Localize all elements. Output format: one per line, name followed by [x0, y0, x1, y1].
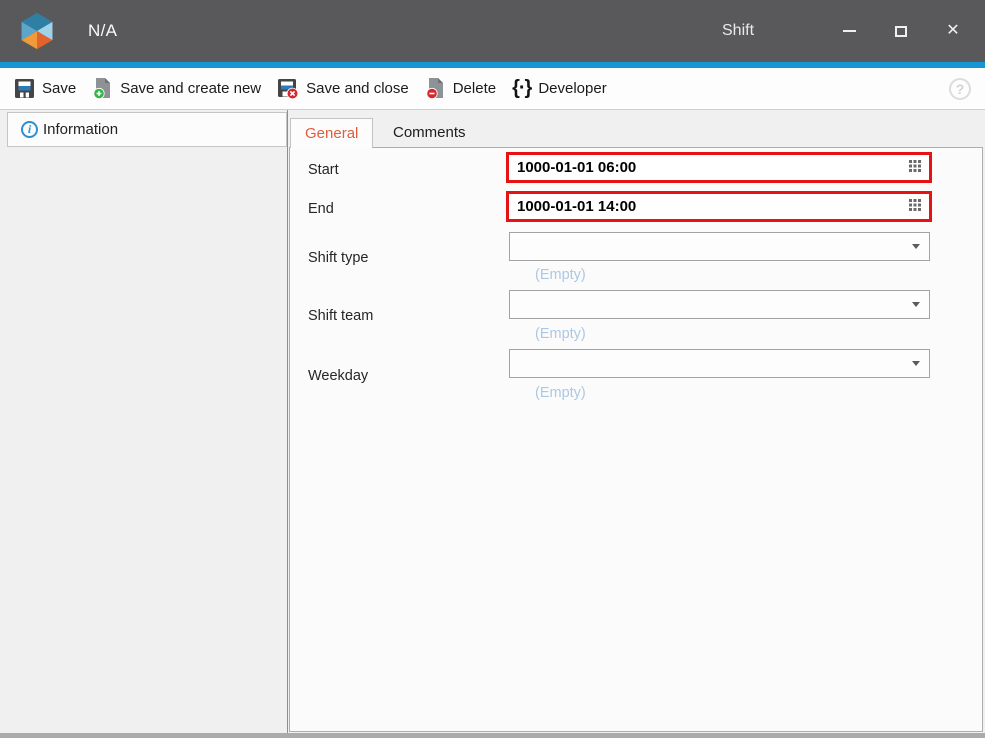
maximize-icon	[895, 26, 907, 37]
start-datepicker-grid-icon[interactable]	[909, 159, 921, 177]
chevron-down-icon	[912, 244, 920, 249]
app-window: N/A Shift ✕ Save	[0, 0, 985, 738]
weekday-empty-hint: (Empty)	[535, 385, 586, 401]
start-label: Start	[308, 162, 339, 178]
window-controls: ✕	[823, 0, 979, 62]
delete-label: Delete	[453, 80, 496, 97]
tab-general[interactable]: General	[290, 118, 373, 148]
developer-button[interactable]: {·} Developer	[506, 77, 613, 100]
save-label: Save	[42, 80, 76, 97]
developer-braces-icon: {·}	[512, 77, 531, 100]
chevron-down-icon	[912, 361, 920, 366]
tab-comments[interactable]: Comments	[377, 118, 482, 147]
close-button[interactable]: ✕	[927, 0, 979, 62]
titlebar: N/A Shift ✕	[0, 0, 985, 62]
end-input[interactable]	[517, 198, 901, 215]
information-label: Information	[43, 121, 118, 138]
save-and-close-label: Save and close	[306, 80, 409, 97]
save-and-close-button[interactable]: Save and close	[271, 78, 415, 100]
end-datepicker-grid-icon[interactable]	[909, 198, 921, 216]
save-and-create-new-button[interactable]: Save and create new	[86, 77, 267, 100]
end-datetime-field[interactable]	[506, 191, 932, 222]
shift-team-empty-hint: (Empty)	[535, 326, 586, 342]
start-input[interactable]	[517, 159, 901, 176]
floppy-close-icon	[277, 78, 299, 100]
document-minus-icon	[425, 77, 446, 100]
shift-type-label: Shift type	[308, 250, 368, 266]
end-label: End	[308, 201, 334, 217]
chevron-down-icon	[912, 302, 920, 307]
content-area: i Information General Comments Start	[0, 110, 985, 733]
start-datetime-field[interactable]	[506, 152, 932, 183]
weekday-dropdown[interactable]	[509, 349, 930, 378]
shift-type-dropdown[interactable]	[509, 232, 930, 261]
info-icon: i	[21, 121, 38, 138]
toolbar: Save Save and create new	[0, 68, 985, 110]
general-tab-panel: Start End	[289, 147, 983, 732]
weekday-label: Weekday	[308, 368, 368, 384]
sidebar-item-information[interactable]: i Information	[7, 112, 287, 147]
delete-button[interactable]: Delete	[419, 77, 502, 100]
document-plus-icon	[92, 77, 113, 100]
help-icon[interactable]: ?	[949, 78, 971, 100]
shift-team-dropdown[interactable]	[509, 290, 930, 319]
minimize-icon	[843, 30, 856, 32]
window-title: N/A	[88, 21, 117, 41]
maximize-button[interactable]	[875, 0, 927, 62]
developer-label: Developer	[538, 80, 606, 97]
minimize-button[interactable]	[823, 0, 875, 62]
app-logo-icon	[18, 11, 56, 51]
panel-splitter[interactable]	[287, 110, 288, 733]
shift-type-empty-hint: (Empty)	[535, 267, 586, 283]
window-bottom-edge	[0, 733, 985, 738]
shift-team-label: Shift team	[308, 308, 373, 324]
save-button[interactable]: Save	[8, 78, 82, 99]
entity-title: Shift	[722, 0, 754, 62]
tab-comments-label: Comments	[393, 124, 466, 141]
save-floppy-icon	[14, 78, 35, 99]
tab-general-label: General	[305, 125, 358, 142]
close-icon: ✕	[946, 23, 959, 39]
save-and-create-new-label: Save and create new	[120, 80, 261, 97]
